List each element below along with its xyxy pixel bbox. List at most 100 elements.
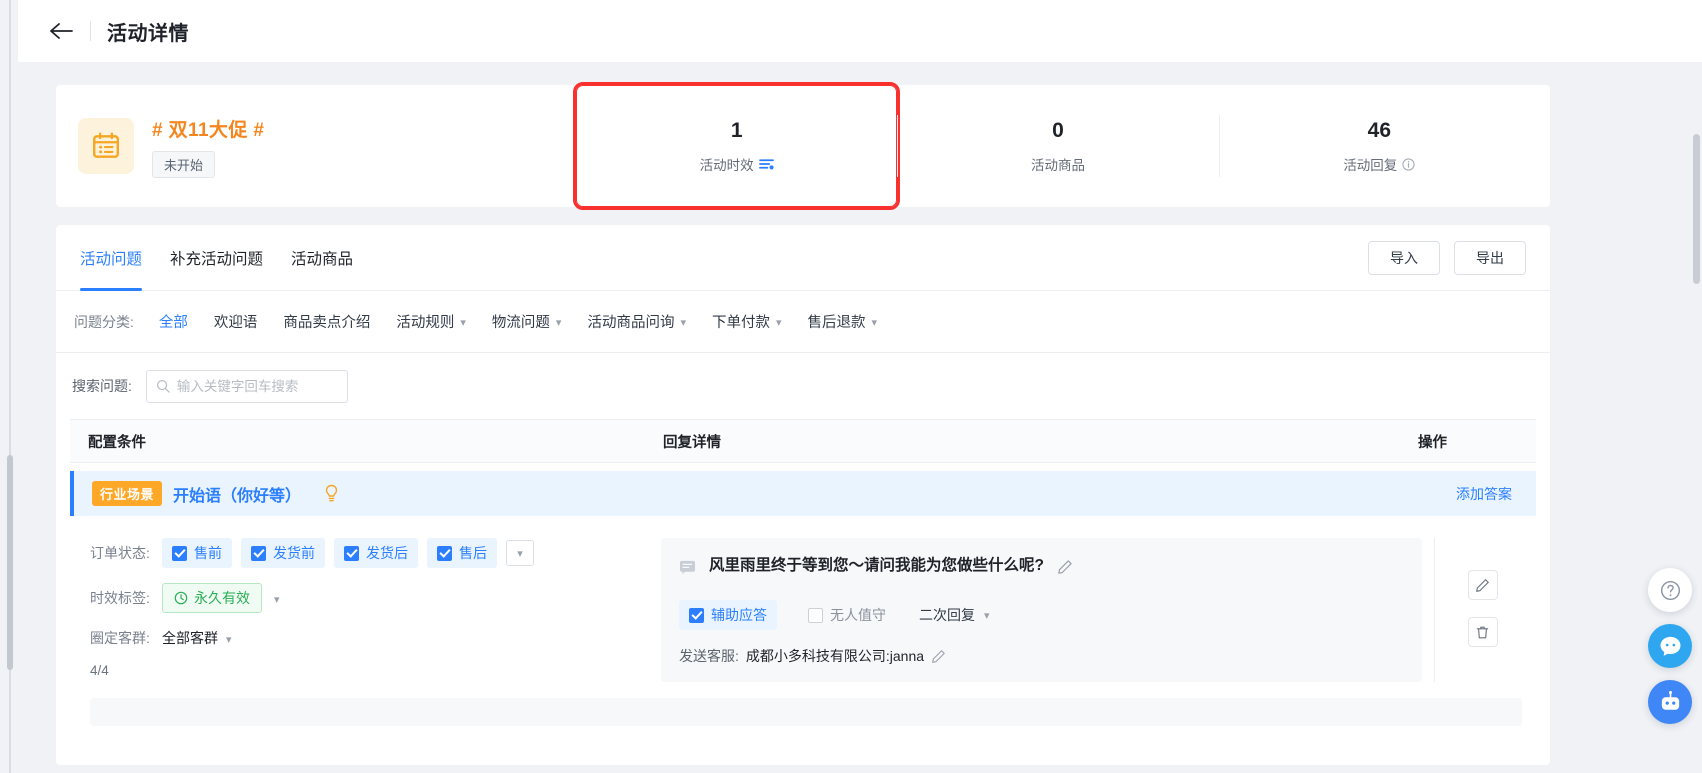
order-status-line: 订单状态: 售前 发货前 发货后 售后 ▾ xyxy=(90,538,661,568)
filter-item-label: 全部 xyxy=(158,315,188,331)
lightbulb-icon[interactable] xyxy=(323,484,340,503)
tab-actions: 导入 导出 xyxy=(1368,240,1526,275)
tab-extra-questions[interactable]: 补充活动问题 xyxy=(170,225,263,290)
filter-item-label: 活动商品问询 xyxy=(587,315,675,331)
checkbox-checked-icon xyxy=(344,545,359,561)
stat-label: 活动商品 xyxy=(1031,154,1085,174)
filter-item-welcome[interactable]: 欢迎语 xyxy=(201,311,271,332)
delete-row-button[interactable] xyxy=(1467,617,1498,647)
filter-item-label: 售后退款 xyxy=(807,315,866,331)
validity-label: 时效标签: xyxy=(90,590,150,606)
audience-value: 全部客群 xyxy=(162,630,218,646)
tab-campaign-questions[interactable]: 活动问题 xyxy=(80,225,143,291)
filter-item-logistics[interactable]: 物流问题 ▾ xyxy=(479,311,575,332)
option-label: 二次回复 xyxy=(919,607,975,624)
order-status-option-presale[interactable]: 售前 xyxy=(162,538,232,568)
edit-row-button[interactable] xyxy=(1467,570,1498,600)
filter-item-aftersales[interactable]: 售后退款 ▾ xyxy=(795,311,891,332)
option-label: 售前 xyxy=(194,545,222,561)
search-input[interactable] xyxy=(176,378,338,394)
stat-value: 46 xyxy=(1367,118,1391,142)
industry-scene-tag: 行业场景 xyxy=(92,481,163,506)
left-rail-scroll-thumb[interactable] xyxy=(7,455,13,670)
page-header: 活动详情 xyxy=(18,0,1702,62)
reply-options: 辅助应答 无人值守 二次回复 ▾ xyxy=(679,600,1402,631)
stat-card-validity[interactable]: 1 活动时效 xyxy=(572,82,901,210)
filter-item-all[interactable]: 全部 xyxy=(146,311,201,332)
main-panel: 活动问题 补充活动问题 活动商品 导入 导出 问题分类: 全部 欢迎语 商品卖点… xyxy=(56,225,1550,765)
order-status-option-preship[interactable]: 发货前 xyxy=(241,538,325,568)
question-group-title: 开始语（你好等） xyxy=(173,487,302,505)
sender-value: 成都小多科技有限公司:janna xyxy=(745,648,925,665)
campaign-name: # 双11大促 # xyxy=(152,119,265,141)
robot-icon[interactable] xyxy=(1648,680,1692,724)
column-header-reply: 回复详情 xyxy=(663,434,721,451)
page-root: 活动详情 # 双11大促 # 未开始 1 活动时效 0 活动商品 46 活动回复… xyxy=(0,0,1702,773)
info-circle-icon[interactable] xyxy=(1402,157,1415,171)
reply-text: 风里雨里终于等到您～请问我能为您做些什么呢? xyxy=(709,557,1044,574)
chevron-down-icon[interactable]: ▾ xyxy=(274,593,280,606)
reply-card: 风里雨里终于等到您～请问我能为您做些什么呢? 辅助应答 无人值守 二次回复 ▾ … xyxy=(661,538,1422,683)
pencil-icon[interactable] xyxy=(931,649,946,664)
stat-label-text: 活动商品 xyxy=(1030,158,1085,174)
filter-item-label: 活动规则 xyxy=(396,315,455,331)
filter-item-rules[interactable]: 活动规则 ▾ xyxy=(383,311,479,332)
header-divider xyxy=(90,21,91,41)
export-button[interactable]: 导出 xyxy=(1454,240,1526,275)
filter-item-selling-points[interactable]: 商品卖点介绍 xyxy=(270,311,383,332)
page-body: # 双11大促 # 未开始 1 活动时效 0 活动商品 46 活动回复 活动问题… xyxy=(18,62,1702,773)
column-header-operations: 操作 xyxy=(1418,434,1447,451)
back-arrow-icon[interactable] xyxy=(44,14,78,48)
order-status-option-aftersale[interactable]: 售后 xyxy=(427,538,497,568)
stat-card-replies[interactable]: 46 活动回复 xyxy=(1218,109,1540,183)
campaign-meta: # 双11大促 # 未开始 xyxy=(152,115,264,178)
settings-slider-icon[interactable] xyxy=(758,157,774,171)
campaign-info: # 双11大促 # 未开始 xyxy=(56,115,576,178)
import-button[interactable]: 导入 xyxy=(1368,240,1440,275)
questions-table: 配置条件 回复详情 操作 行业场景 开始语（你好等） 添加答案 订单状态: 售前… xyxy=(56,419,1550,727)
help-circle-icon[interactable] xyxy=(1648,568,1692,612)
reply-head: 风里雨里终于等到您～请问我能为您做些什么呢? xyxy=(679,556,1402,576)
campaign-summary-card: # 双11大促 # 未开始 1 活动时效 0 活动商品 46 活动回复 xyxy=(56,82,1550,210)
validity-tag[interactable]: 永久有效 xyxy=(162,583,262,613)
column-header-conditions: 配置条件 xyxy=(88,434,146,451)
chevron-down-icon: ▾ xyxy=(775,317,782,329)
pencil-icon[interactable] xyxy=(1057,559,1073,575)
chevron-down-icon: ▾ xyxy=(460,317,466,329)
filter-label: 问题分类: xyxy=(74,313,134,330)
audience-line: 圈定客群: 全部客群 ▾ xyxy=(90,628,661,648)
stat-label-text: 活动回复 xyxy=(1343,158,1398,174)
validity-line: 时效标签: 永久有效 ▾ xyxy=(90,583,661,613)
conditions-cell: 订单状态: 售前 发货前 发货后 售后 ▾ 时效标签: 永久有效 ▾ 圈定客群:… xyxy=(76,538,661,682)
reply-option-second-reply[interactable]: 二次回复 ▾ xyxy=(917,600,992,630)
question-group-row[interactable]: 行业场景 开始语（你好等） 添加答案 xyxy=(70,471,1536,516)
chat-smile-icon[interactable] xyxy=(1648,624,1692,668)
chevron-down-icon: ▾ xyxy=(984,609,990,622)
page-title: 活动详情 xyxy=(107,22,189,45)
stat-value: 1 xyxy=(730,118,743,142)
option-label: 无人值守 xyxy=(830,607,886,624)
order-status-option-postship[interactable]: 发货后 xyxy=(334,538,418,568)
checkbox-checked-icon xyxy=(251,545,266,561)
reply-option-assist[interactable]: 辅助应答 xyxy=(679,600,777,631)
search-box[interactable] xyxy=(145,369,348,403)
next-reply-card-partial xyxy=(90,698,1522,727)
tab-campaign-products[interactable]: 活动商品 xyxy=(291,225,353,290)
tabs-row: 活动问题 补充活动问题 活动商品 导入 导出 xyxy=(56,225,1550,291)
stat-card-products[interactable]: 0 活动商品 xyxy=(897,109,1218,183)
checkbox-checked-icon xyxy=(689,607,704,623)
search-label: 搜索问题: xyxy=(72,378,132,394)
filter-item-label: 欢迎语 xyxy=(213,315,258,331)
stat-label-text: 活动时效 xyxy=(699,158,754,174)
chevron-down-icon[interactable]: ▾ xyxy=(506,540,534,566)
reply-cell: 风里雨里终于等到您～请问我能为您做些什么呢? 辅助应答 无人值守 二次回复 ▾ … xyxy=(661,538,1434,683)
stat-value: 0 xyxy=(1052,118,1064,142)
reply-option-unattended[interactable]: 无人值守 xyxy=(798,600,896,631)
page-scrollbar-thumb[interactable] xyxy=(1693,134,1700,284)
floating-widgets xyxy=(1648,568,1692,724)
chevron-down-icon[interactable]: ▾ xyxy=(226,633,232,646)
campaign-stats: 1 活动时效 0 活动商品 46 活动回复 xyxy=(572,82,1550,210)
add-answer-link[interactable]: 添加答案 xyxy=(1456,484,1512,504)
filter-item-product-inquiry[interactable]: 活动商品问询 ▾ xyxy=(574,311,699,332)
filter-item-payment[interactable]: 下单付款 ▾ xyxy=(699,311,795,332)
